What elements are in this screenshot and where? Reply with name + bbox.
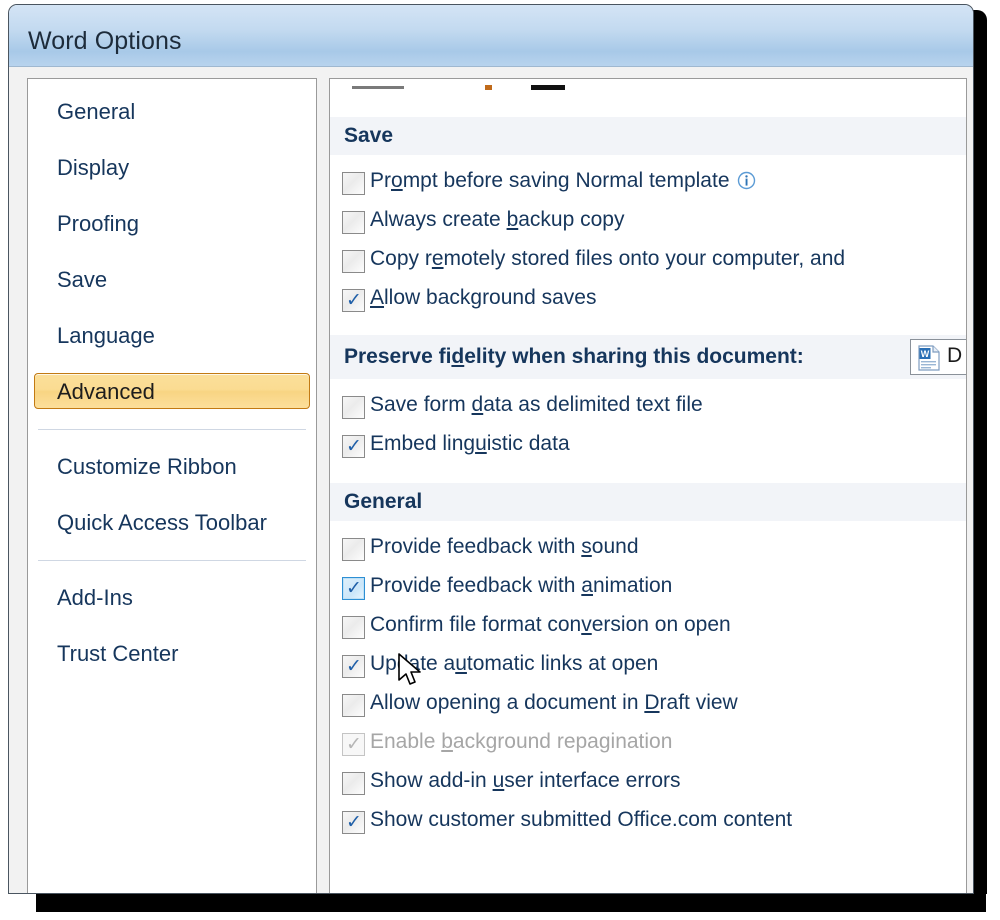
checkbox-row[interactable]: Allow opening a document in Draft view (330, 687, 966, 726)
checkbox-row[interactable]: ✓ Provide feedback with animation (330, 570, 966, 609)
checkbox-row[interactable]: Show add-in user interface errors (330, 765, 966, 804)
sidebar-item-label: Save (57, 267, 108, 292)
sidebar-item-label: Trust Center (57, 641, 179, 666)
section-header-save: Save (330, 117, 966, 155)
checkbox-label: Allow background saves (370, 286, 597, 309)
sidebar-item-label: Proofing (57, 211, 139, 236)
options-content-panel: Save Prompt before saving Normal templat… (329, 78, 967, 893)
options-sidebar: General Display Proofing Save Language Advanc… (27, 78, 317, 893)
sidebar-item-advanced[interactable]: Advanced (34, 373, 310, 409)
checkbox-label: Enable background repagination (370, 730, 673, 753)
word-document-icon: W (918, 345, 940, 371)
checkbox-label: Prompt before saving Normal template (370, 169, 756, 192)
checkbox-label: Always create backup copy (370, 208, 625, 231)
checkbox-row[interactable]: Always create backup copy (330, 204, 966, 243)
sidebar-item-label: General (57, 99, 136, 124)
checkbox-checked[interactable]: ✓ (342, 289, 365, 312)
checkmark-icon: ✓ (346, 655, 362, 677)
checkbox-row[interactable]: ✓ Update automatic links at open (330, 648, 966, 687)
dialog-titlebar: Word Options (9, 5, 973, 67)
checkbox-unchecked[interactable] (342, 250, 365, 273)
sidebar-item-label: Display (57, 155, 130, 180)
checkbox-label: Provide feedback with animation (370, 574, 673, 597)
checkbox-checked[interactable]: ✓ (342, 435, 365, 458)
checkbox-row[interactable]: ✓ Allow background saves (330, 282, 966, 321)
dialog-body: General Display Proofing Save Language Advanc… (9, 67, 973, 893)
checkbox-label: Show customer submitted Office.com conte… (370, 808, 793, 831)
word-options-dialog: Word Options General Display Proofing Save L… (8, 4, 974, 894)
fidelity-select-value: D (947, 344, 963, 367)
preserve-fidelity-row: Preserve fidelity when sharing this docu… (330, 335, 966, 379)
checkmark-icon: ✓ (346, 289, 362, 311)
checkbox-unchecked[interactable] (342, 172, 365, 195)
sidebar-item-general[interactable]: General (34, 93, 310, 129)
clipped-fragment (485, 85, 492, 90)
checkbox-label: Show add-in user interface errors (370, 769, 681, 792)
section-header-general: General (330, 483, 966, 521)
info-icon[interactable] (737, 171, 756, 190)
checkbox-row[interactable]: Confirm file format conversion on open (330, 609, 966, 648)
checkmark-icon: ✓ (346, 811, 362, 833)
checkbox-label: Copy remotely stored files onto your com… (370, 247, 846, 270)
checkbox-label: Allow opening a document in Draft view (370, 691, 738, 714)
sidebar-item-add-ins[interactable]: Add-Ins (34, 579, 310, 615)
checkbox-checked: ✓ (342, 733, 365, 756)
screenshot-root: Word Options General Display Proofing Save L… (0, 0, 1000, 920)
checkbox-label: Embed linguistic data (370, 432, 570, 455)
sidebar-item-label: Language (57, 323, 155, 348)
checkbox-unchecked[interactable] (342, 396, 365, 419)
clipped-fragment (352, 86, 404, 89)
checkbox-row[interactable]: Provide feedback with sound (330, 531, 966, 570)
sidebar-item-label: Customize Ribbon (57, 454, 237, 479)
save-options-group: Prompt before saving Normal template Alwa… (330, 155, 966, 321)
checkbox-label: Confirm file format conversion on open (370, 613, 731, 636)
page-title: Word Options (28, 27, 182, 55)
checkbox-unchecked[interactable] (342, 538, 365, 561)
sidebar-item-display[interactable]: Display (34, 149, 310, 185)
general-options-group: Provide feedback with sound ✓ Provide feed… (330, 521, 966, 843)
sidebar-separator (38, 429, 306, 430)
checkmark-icon: ✓ (346, 733, 362, 755)
sidebar-item-trust-center[interactable]: Trust Center (34, 635, 310, 671)
clipped-row-above (330, 79, 966, 95)
checkbox-unchecked[interactable] (342, 616, 365, 639)
fidelity-options-group: Save form data as delimited text file ✓ Em… (330, 379, 966, 467)
checkbox-row[interactable]: Copy remotely stored files onto your com… (330, 243, 966, 282)
sidebar-item-customize-ribbon[interactable]: Customize Ribbon (34, 448, 310, 484)
checkbox-label: Update automatic links at open (370, 652, 659, 675)
sidebar-item-quick-access-toolbar[interactable]: Quick Access Toolbar (34, 504, 310, 540)
checkmark-icon: ✓ (346, 577, 362, 599)
sidebar-list: General Display Proofing Save Language Advanc… (28, 79, 316, 671)
clipped-fragment (531, 85, 565, 90)
sidebar-item-proofing[interactable]: Proofing (34, 205, 310, 241)
preserve-fidelity-label: Preserve fidelity when sharing this docu… (344, 345, 804, 368)
checkbox-checked[interactable]: ✓ (342, 655, 365, 678)
checkmark-icon: ✓ (346, 435, 362, 457)
sidebar-item-save[interactable]: Save (34, 261, 310, 297)
svg-text:W: W (921, 349, 930, 359)
checkbox-row[interactable]: Prompt before saving Normal template (330, 165, 966, 204)
checkbox-row[interactable]: ✓ Show customer submitted Office.com cont… (330, 804, 966, 843)
checkbox-checked[interactable]: ✓ (342, 811, 365, 834)
options-content-inner: Save Prompt before saving Normal templat… (330, 79, 966, 893)
checkbox-row[interactable]: ✓ Enable background repagination (330, 726, 966, 765)
checkbox-unchecked[interactable] (342, 694, 365, 717)
checkbox-label: Provide feedback with sound (370, 535, 639, 558)
fidelity-document-select[interactable]: W D (910, 339, 966, 375)
checkbox-label: Save form data as delimited text file (370, 393, 703, 416)
checkbox-checked[interactable]: ✓ (342, 577, 365, 600)
checkbox-row[interactable]: ✓ Embed linguistic data (330, 428, 966, 467)
sidebar-item-language[interactable]: Language (34, 317, 310, 353)
sidebar-item-label: Advanced (57, 379, 155, 404)
sidebar-item-label: Add-Ins (57, 585, 133, 610)
checkbox-unchecked[interactable] (342, 772, 365, 795)
checkbox-row[interactable]: Save form data as delimited text file (330, 389, 966, 428)
sidebar-item-label: Quick Access Toolbar (57, 510, 267, 535)
checkbox-unchecked[interactable] (342, 211, 365, 234)
sidebar-separator (38, 560, 306, 561)
